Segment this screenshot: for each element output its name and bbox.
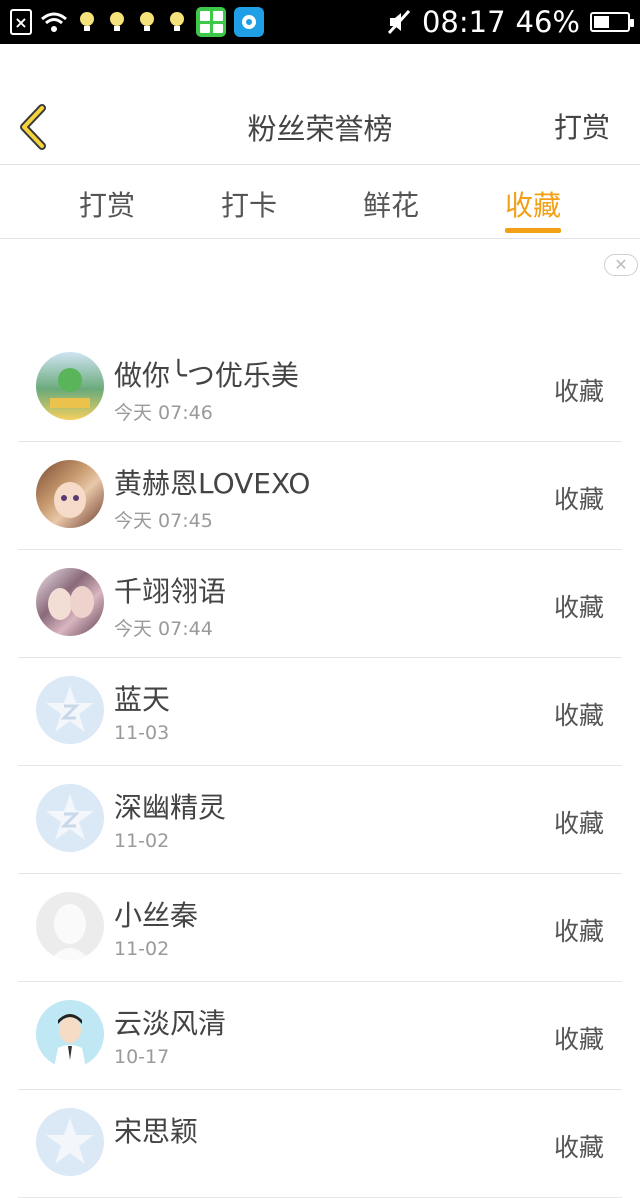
qzone-default-avatar	[36, 784, 104, 852]
cartoon-boy-avatar	[36, 1000, 104, 1068]
fan-time: 11-03	[114, 722, 170, 744]
anime-avatar	[36, 460, 104, 528]
qzone-default-avatar	[36, 676, 104, 744]
status-bar: × 08:17 46%	[0, 0, 640, 44]
tab-checkin[interactable]: 打卡	[209, 184, 289, 224]
fan-name: 宋思颖	[114, 1115, 199, 1148]
bulb-icon	[80, 12, 94, 31]
fan-time: 今天 07:46	[114, 402, 213, 424]
battery-icon	[590, 12, 634, 32]
list-item[interactable]: 做你╰つ优乐美 今天 07:46 收藏	[18, 334, 622, 442]
mute-icon	[387, 9, 411, 35]
anime-avatar	[36, 568, 104, 636]
close-ad-button[interactable]: ✕	[604, 254, 638, 276]
fan-action: 收藏	[553, 377, 604, 406]
fan-time: 11-02	[114, 938, 170, 960]
app-ring-icon	[234, 7, 264, 37]
fan-action: 收藏	[553, 1133, 604, 1162]
fan-time: 今天 07:45	[114, 510, 213, 532]
active-tab-indicator	[505, 228, 561, 233]
reward-button[interactable]: 打赏	[554, 106, 610, 146]
fan-action: 收藏	[553, 701, 604, 730]
tab-flowers[interactable]: 鲜花	[351, 184, 431, 224]
fan-time: 今天 07:44	[114, 618, 213, 640]
fan-action: 收藏	[553, 1025, 604, 1054]
wifi-icon	[41, 12, 67, 32]
list-item[interactable]: 千翊翎语 今天 07:44 收藏	[18, 550, 622, 658]
tab-reward[interactable]: 打赏	[67, 184, 147, 224]
clock: 08:17	[421, 5, 506, 39]
nav-header: 粉丝荣誉榜 打赏	[0, 88, 640, 165]
sim-card-icon: ×	[10, 9, 32, 35]
page-title: 粉丝荣誉榜	[247, 112, 393, 146]
tab-favorites[interactable]: 收藏	[493, 184, 573, 224]
list-item[interactable]: 黄赫恩LOVEXO 今天 07:45 收藏	[18, 442, 622, 550]
fan-action: 收藏	[553, 485, 604, 514]
fan-action: 收藏	[553, 809, 604, 838]
fan-action: 收藏	[553, 593, 604, 622]
list-item[interactable]: 云淡风清 10-17 收藏	[18, 982, 622, 1090]
list-item[interactable]: 深幽精灵 11-02 收藏	[18, 766, 622, 874]
qzone-default-avatar	[36, 1108, 104, 1176]
list-item[interactable]: 蓝天 11-03 收藏	[18, 658, 622, 766]
app-grid-icon	[196, 7, 226, 37]
battery-percent: 46%	[515, 5, 580, 39]
fan-name: 深幽精灵	[114, 791, 227, 824]
fan-name: 黄赫恩LOVEXO	[114, 467, 311, 500]
bulb-icon	[170, 12, 184, 31]
fan-time: 11-02	[114, 830, 170, 852]
fan-name: 云淡风清	[114, 1007, 227, 1040]
status-right: 08:17 46%	[386, 0, 634, 44]
notification-icons: ×	[0, 7, 264, 37]
fan-list: 做你╰つ优乐美 今天 07:46 收藏 黄赫恩LOVEXO 今天 07:45 收…	[0, 334, 640, 1198]
bulb-icon	[140, 12, 154, 31]
photo-avatar	[36, 352, 104, 420]
fan-action: 收藏	[553, 917, 604, 946]
fan-time: 10-17	[114, 1046, 170, 1068]
list-item[interactable]: 小丝秦 11-02 收藏	[18, 874, 622, 982]
fan-name: 做你╰つ优乐美	[114, 359, 299, 392]
bulb-icon	[110, 12, 124, 31]
battery-fill	[594, 16, 609, 28]
fan-name: 小丝秦	[114, 899, 199, 932]
fan-name: 千翊翎语	[114, 575, 227, 608]
tab-bar: 打赏 打卡 鲜花 收藏	[0, 164, 640, 239]
list-item[interactable]: 宋思颖 收藏	[18, 1090, 622, 1198]
fan-name: 蓝天	[114, 683, 171, 716]
silhouette-avatar	[36, 892, 104, 960]
